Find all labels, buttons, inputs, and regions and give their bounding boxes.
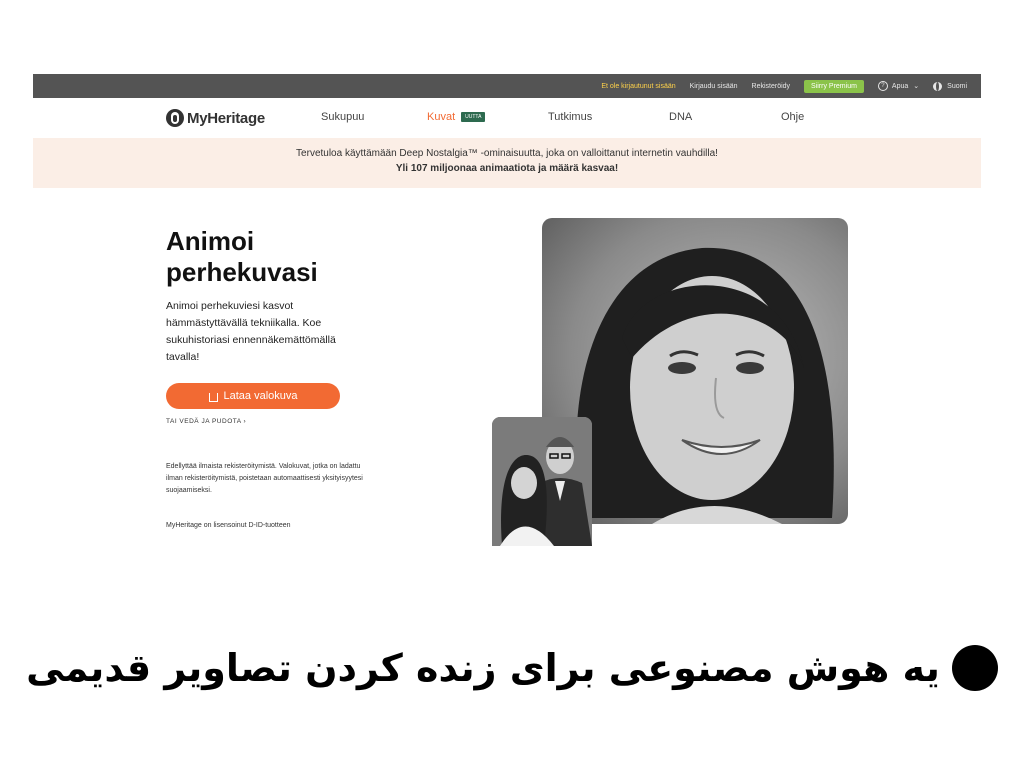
license-notice: MyHeritage on lisensoinut D-ID-tuotteen (166, 522, 291, 529)
language-selector[interactable]: Suomi (933, 81, 967, 91)
website-screenshot: Et ole kirjautunut sisään Kirjaudu sisää… (33, 74, 981, 546)
caption-text: یه هوش مصنوعی برای زنده کردن تصاویر قدیم… (26, 646, 940, 690)
legal-notice: Edellyttää ilmaista rekisteröitymistä. V… (166, 463, 363, 494)
nav-item-sukupuu[interactable]: Sukupuu (321, 111, 364, 123)
drag-drop-link[interactable]: TAI VEDÄ JA PUDOTA › (166, 418, 246, 425)
original-couple-photo (492, 417, 592, 546)
chevron-down-icon: ⌄ (913, 83, 920, 90)
login-link[interactable]: Kirjaudu sisään (690, 83, 738, 90)
nav-item-dna[interactable]: DNA (669, 111, 692, 123)
nav-item-ohje[interactable]: Ohje (781, 111, 804, 123)
banner-line-2: Yli 107 miljoonaa animaatiota ja määrä k… (395, 163, 619, 174)
upload-photo-button[interactable]: Lataa valokuva (166, 383, 340, 409)
hero-description: Animoi perhekuviesi kasvot hämmästyttävä… (166, 300, 336, 363)
nav-item-kuvat: Kuvat (427, 111, 456, 123)
persian-caption: یه هوش مصنوعی برای زنده کردن تصاویر قدیم… (0, 636, 1024, 700)
hero-title-line-2: perhekuvasi (166, 257, 318, 287)
couple-illustration (492, 417, 592, 546)
bullet-icon (951, 645, 998, 691)
banner-line-1: Tervetuloa käyttämään Deep Nostalgia™ -o… (296, 148, 718, 159)
language-label: Suomi (947, 82, 967, 90)
nav-item-tutkimus[interactable]: Tutkimus (548, 111, 592, 123)
hero-title: Animoi perhekuvasi (166, 226, 426, 288)
promo-banner: Tervetuloa käyttämään Deep Nostalgia™ -o… (33, 138, 981, 188)
myheritage-logo[interactable]: MyHeritage (166, 109, 265, 127)
premium-button[interactable]: Siirry Premium (804, 79, 864, 93)
help-label: Apua (891, 82, 909, 90)
myheritage-logo-icon (166, 109, 184, 127)
hero-title-line-1: Animoi (166, 226, 255, 256)
register-link[interactable]: Rekisteröidy (752, 83, 791, 90)
new-badge: UUTTA (461, 112, 486, 123)
globe-icon (933, 81, 943, 91)
upload-button-label: Lataa valokuva (223, 390, 298, 402)
help-menu[interactable]: ? Apua ⌄ (877, 81, 920, 91)
main-navigation: MyHeritage Sukupuu Kuvat UUTTA Tutkimus D… (33, 98, 981, 139)
upload-icon (208, 392, 218, 402)
top-utility-bar: Et ole kirjautunut sisään Kirjaudu sisää… (33, 74, 981, 98)
logo-text: MyHeritage (187, 109, 265, 127)
chevron-right-icon: › (243, 418, 247, 425)
login-status-text: Et ole kirjautunut sisään (601, 82, 676, 90)
nav-item-kuvat-wrap[interactable]: Kuvat UUTTA (427, 111, 486, 123)
question-icon: ? (877, 81, 888, 91)
drag-drop-label: TAI VEDÄ JA PUDOTA (166, 418, 242, 425)
